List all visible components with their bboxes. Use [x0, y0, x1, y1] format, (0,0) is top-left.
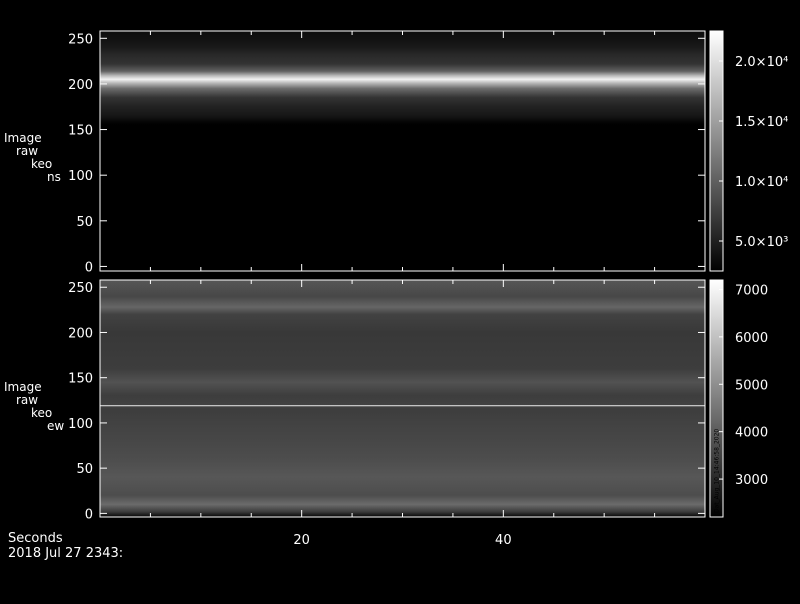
y-tick-label: 150 — [68, 372, 93, 387]
y-tick-label: 150 — [68, 124, 93, 139]
bottom-panel-ylabel: Image raw keo ew — [4, 381, 64, 433]
x-tick-label: 20 — [293, 533, 310, 548]
y-tick-label: 50 — [76, 462, 93, 477]
ylabel-line: ew — [47, 419, 65, 433]
y-tick-label: 200 — [68, 78, 93, 93]
y-tick-label: 100 — [68, 169, 93, 184]
keogram-image — [100, 31, 705, 271]
y-tick-label: 0 — [85, 507, 93, 522]
y-tick-label: 0 — [85, 260, 93, 275]
colorbar — [710, 31, 723, 271]
colorbar-tick-label: 5000 — [735, 378, 768, 393]
y-tick-label: 250 — [68, 32, 93, 47]
colorbar-tick-label: 4000 — [735, 426, 768, 441]
y-tick-label: 250 — [68, 281, 93, 296]
colorbar-note: Dat_Aug_10_14:46:58_2020 — [714, 429, 721, 513]
colorbar-tick-label: 1.0×10⁴ — [735, 175, 788, 190]
y-tick-label: 200 — [68, 326, 93, 341]
x-axis-label: Seconds — [8, 531, 63, 546]
date-stamp: 2018 Jul 27 2343: — [8, 546, 124, 561]
panel-ns: 0 50 100 150 200 250 5.0×10³ 1.0×10⁴ 1.5×10⁴ 2.0×… — [68, 30, 788, 275]
keogram-image — [100, 280, 705, 517]
colorbar-tick-label: 3000 — [735, 473, 768, 488]
colorbar-tick-label: 7000 — [735, 283, 768, 298]
ylabel-line: ns — [47, 170, 61, 184]
top-panel-ylabel: Image raw keo ns — [4, 132, 61, 184]
figure: 0 50 100 150 200 250 5.0×10³ 1.0×10⁴ 1.5×10⁴ 2.0×… — [0, 0, 800, 600]
colorbar-tick-label: 6000 — [735, 331, 768, 346]
colorbar-tick-label: 2.0×10⁴ — [735, 55, 788, 70]
y-tick-label: 50 — [76, 215, 93, 230]
y-tick-label: 100 — [68, 417, 93, 432]
x-tick-label: 40 — [495, 533, 512, 548]
panel-ew: 0 50 100 150 200 250 20 40 3000 4000 5000 6000 7000 D… — [68, 279, 768, 548]
colorbar-tick-label: 1.5×10⁴ — [735, 115, 788, 130]
plot-canvas: 0501001502002505.0×10³1.0×10⁴1.5×10⁴2.0×… — [68, 30, 788, 548]
colorbar-tick-label: 5.0×10³ — [735, 235, 788, 250]
